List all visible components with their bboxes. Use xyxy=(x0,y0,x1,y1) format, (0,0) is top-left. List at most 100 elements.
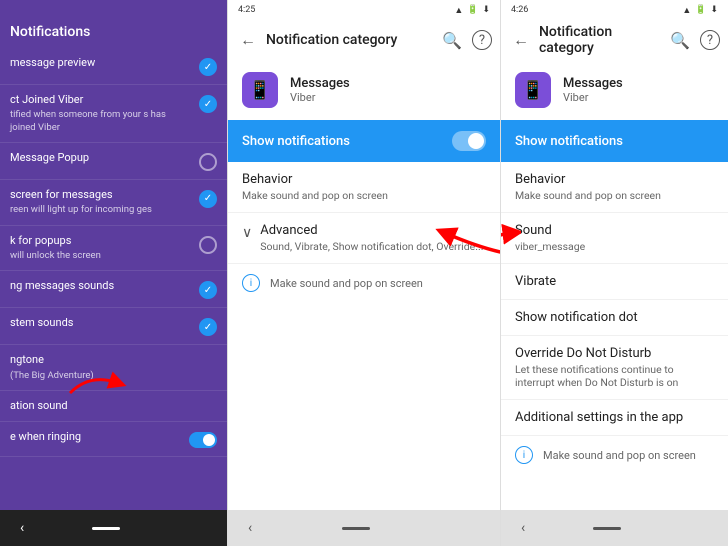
sound-sub: viber_message xyxy=(515,240,714,253)
navigation-bar: ‹ xyxy=(0,510,227,546)
info-row: i Make sound and pop on screen xyxy=(228,264,500,302)
toolbar: ← Notification category 🔍 ? xyxy=(228,20,500,60)
vibrate-title: Vibrate xyxy=(515,274,714,289)
list-item-ringtone[interactable]: ngtone (The Big Adventure) xyxy=(0,345,227,391)
behavior-item[interactable]: Behavior Make sound and pop on screen xyxy=(501,162,728,213)
show-notifications-label: Show notifications xyxy=(242,134,350,149)
back-button[interactable]: ← xyxy=(236,26,260,54)
panel-notifications: Notifications message preview ct Joined … xyxy=(0,0,227,546)
battery-icon: 🔋 xyxy=(467,5,478,15)
advanced-title: Advanced xyxy=(260,223,483,238)
navigation-bar: ‹ xyxy=(228,510,500,546)
show-notifications-bar[interactable]: Show notifications xyxy=(501,120,728,162)
behavior-title: Behavior xyxy=(515,172,714,187)
home-button[interactable] xyxy=(593,527,621,530)
list-item[interactable]: message preview xyxy=(0,48,227,85)
home-button[interactable] xyxy=(92,527,120,530)
show-dot-item[interactable]: Show notification dot xyxy=(501,300,728,336)
status-icons: ▲ 🔋 ⬇ xyxy=(454,5,490,16)
home-button[interactable] xyxy=(342,527,370,530)
item-label: ct Joined Viber tified when someone from… xyxy=(10,93,193,134)
behavior-item[interactable]: Behavior Make sound and pop on screen xyxy=(228,162,500,213)
dnd-sub: Let these notifications continue to inte… xyxy=(515,363,714,389)
additional-settings-item[interactable]: Additional settings in the app xyxy=(501,400,728,436)
check-icon xyxy=(199,190,217,208)
app-header: 📱 Messages Viber xyxy=(501,60,728,120)
check-icon xyxy=(199,281,217,299)
search-button[interactable]: 🔍 xyxy=(666,27,694,54)
sound-title: Sound xyxy=(515,223,714,238)
item-label: e when ringing xyxy=(10,430,183,444)
wifi-icon: ▲ xyxy=(454,5,463,16)
list-item[interactable]: ct Joined Viber tified when someone from… xyxy=(0,85,227,143)
show-notifications-label: Show notifications xyxy=(515,134,623,149)
status-bar: 4:25 ▲ 🔋 ⬇ xyxy=(228,0,500,20)
dnd-item[interactable]: Override Do Not Disturb Let these notifi… xyxy=(501,336,728,400)
list-item[interactable]: e when ringing xyxy=(0,422,227,457)
notifications-header: Notifications xyxy=(0,0,227,48)
battery-icon: 🔋 xyxy=(695,5,706,15)
toolbar: ← Notification category 🔍 ? xyxy=(501,20,728,60)
show-notifications-toggle[interactable] xyxy=(452,131,486,151)
help-button[interactable]: ? xyxy=(700,30,720,50)
app-sub: Viber xyxy=(290,91,350,104)
item-label: ation sound xyxy=(10,399,217,413)
list-item[interactable]: ng messages sounds xyxy=(0,271,227,308)
behavior-sub: Make sound and pop on screen xyxy=(515,189,714,202)
status-time: 4:26 xyxy=(511,5,528,15)
download-icon: ⬇ xyxy=(482,5,490,15)
app-name: Messages xyxy=(563,76,623,91)
list-item[interactable]: Message Popup xyxy=(0,143,227,180)
item-label: k for popups will unlock the screen xyxy=(10,234,193,263)
back-button[interactable]: ‹ xyxy=(248,520,252,536)
back-button[interactable]: ← xyxy=(509,26,533,54)
item-label: ngtone (The Big Adventure) xyxy=(10,353,217,382)
help-button[interactable]: ? xyxy=(472,30,492,50)
toggle-icon[interactable] xyxy=(189,432,217,448)
info-row: i Make sound and pop on screen xyxy=(501,436,728,474)
info-icon: i xyxy=(515,446,533,464)
sound-item[interactable]: Sound viber_message xyxy=(501,213,728,264)
item-label: message preview xyxy=(10,56,193,70)
item-label: screen for messages reen will light up f… xyxy=(10,188,193,217)
status-icons: ▲ 🔋 ⬇ xyxy=(682,5,718,16)
item-label: stem sounds xyxy=(10,316,193,330)
info-text: Make sound and pop on screen xyxy=(543,449,696,462)
list-item[interactable]: ation sound xyxy=(0,391,227,422)
app-header: 📱 Messages Viber xyxy=(228,60,500,120)
panel-notification-category-1: 4:25 ▲ 🔋 ⬇ ← Notification category 🔍 ? 📱… xyxy=(227,0,501,546)
list-item[interactable]: screen for messages reen will light up f… xyxy=(0,180,227,226)
app-sub: Viber xyxy=(563,91,623,104)
download-icon: ⬇ xyxy=(710,5,718,15)
panel-notification-category-2: 4:26 ▲ 🔋 ⬇ ← Notification category 🔍 ? 📱… xyxy=(501,0,728,546)
toolbar-title: Notification category xyxy=(539,24,660,56)
item-label: Message Popup xyxy=(10,151,193,165)
wifi-icon: ▲ xyxy=(682,5,691,16)
check-icon xyxy=(199,318,217,336)
additional-title: Additional settings in the app xyxy=(515,410,714,425)
back-button[interactable]: ‹ xyxy=(521,520,525,536)
radio-icon xyxy=(199,236,217,254)
radio-icon xyxy=(199,153,217,171)
toolbar-title: Notification category xyxy=(266,32,432,48)
behavior-sub: Make sound and pop on screen xyxy=(242,189,486,202)
item-label: ng messages sounds xyxy=(10,279,193,293)
advanced-info: Advanced Sound, Vibrate, Show notificati… xyxy=(260,223,483,253)
app-name: Messages xyxy=(290,76,350,91)
vibrate-item[interactable]: Vibrate xyxy=(501,264,728,300)
advanced-item[interactable]: ∨ Advanced Sound, Vibrate, Show notifica… xyxy=(228,213,500,264)
info-icon: i xyxy=(242,274,260,292)
behavior-title: Behavior xyxy=(242,172,486,187)
show-dot-title: Show notification dot xyxy=(515,310,714,325)
app-icon: 📱 xyxy=(242,72,278,108)
list-item[interactable]: stem sounds xyxy=(0,308,227,345)
info-text: Make sound and pop on screen xyxy=(270,277,423,290)
dnd-title: Override Do Not Disturb xyxy=(515,346,714,361)
status-time: 4:25 xyxy=(238,5,255,15)
search-button[interactable]: 🔍 xyxy=(438,27,466,54)
show-notifications-bar[interactable]: Show notifications xyxy=(228,120,500,162)
app-icon: 📱 xyxy=(515,72,551,108)
back-button[interactable]: ‹ xyxy=(20,520,24,536)
list-item[interactable]: k for popups will unlock the screen xyxy=(0,226,227,272)
advanced-sub: Sound, Vibrate, Show notification dot, O… xyxy=(260,240,483,253)
